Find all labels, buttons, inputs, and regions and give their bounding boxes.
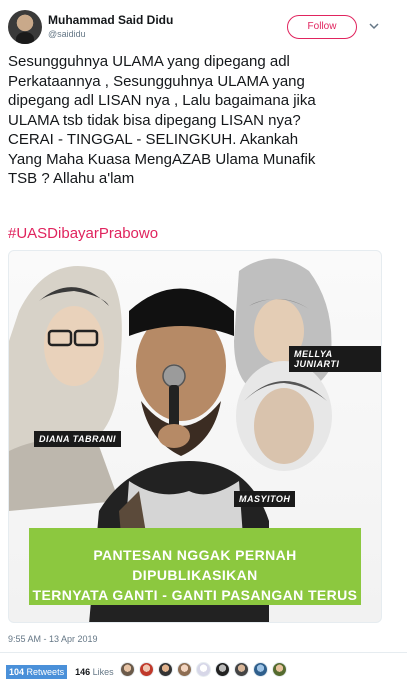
- liker-avatar[interactable]: [139, 662, 154, 677]
- likes-stat[interactable]: 146 Likes: [75, 667, 114, 677]
- liker-avatar[interactable]: [177, 662, 192, 677]
- tweet-stats: 104 Retweets 146 Likes: [6, 664, 114, 680]
- label-mellya: MELLYA JUNIARTI: [289, 346, 381, 372]
- likes-count: 146: [75, 667, 91, 677]
- banner-line-2: TERNYATA GANTI - GANTI PASANGAN TERUS: [32, 587, 358, 603]
- liker-avatar[interactable]: [234, 662, 249, 677]
- user-name[interactable]: Muhammad Said Didu: [48, 13, 173, 27]
- tweet-timestamp[interactable]: 9:55 AM - 13 Apr 2019: [8, 634, 98, 644]
- portrait-masyitoh: [236, 361, 332, 471]
- liker-avatar[interactable]: [272, 662, 287, 677]
- chevron-down-icon[interactable]: [368, 20, 380, 32]
- liker-avatar[interactable]: [215, 662, 230, 677]
- liker-avatar[interactable]: [196, 662, 211, 677]
- caption-banner: PANTESAN NGGAK PERNAH DIPUBLIKASIKAN TER…: [29, 528, 361, 605]
- tweet-text: Sesungguhnya ULAMA yang dipegang adl Per…: [8, 53, 316, 187]
- liker-avatars: [120, 662, 291, 677]
- liker-avatar[interactable]: [253, 662, 268, 677]
- label-diana: DIANA TABRANI: [34, 431, 121, 447]
- follow-button[interactable]: Follow: [287, 15, 357, 39]
- liker-avatar[interactable]: [120, 662, 135, 677]
- tweet-media[interactable]: DIANA TABRANI MELLYA JUNIARTI MASYITOH P…: [8, 250, 382, 623]
- likes-label: Likes: [92, 667, 114, 677]
- tweet-header: Muhammad Said Didu @saididu Follow: [8, 10, 399, 48]
- hashtag-link[interactable]: #UASDibayarPrabowo: [8, 225, 158, 242]
- liker-avatar[interactable]: [158, 662, 173, 677]
- user-handle[interactable]: @saididu: [48, 29, 86, 39]
- label-masyitoh: MASYITOH: [234, 491, 296, 507]
- retweets-stat[interactable]: 104 Retweets: [6, 665, 68, 679]
- retweets-count: 104: [9, 667, 25, 677]
- avatar[interactable]: [8, 10, 42, 44]
- banner-line-1: PANTESAN NGGAK PERNAH DIPUBLIKASIKAN: [93, 547, 297, 583]
- retweets-label: Retweets: [26, 667, 65, 677]
- divider: [0, 652, 407, 653]
- portrait-diana: [9, 266, 122, 511]
